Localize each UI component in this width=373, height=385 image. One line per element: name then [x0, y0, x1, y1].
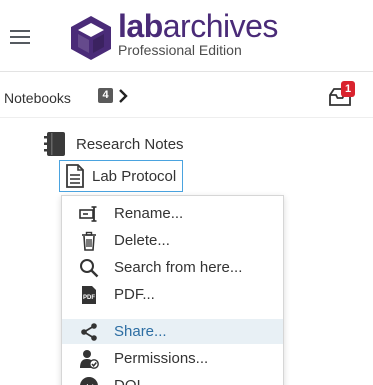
menu-item-label: Rename...	[114, 205, 184, 222]
menu-item-search-from-here[interactable]: Search from here...	[62, 255, 283, 280]
rename-icon	[79, 204, 99, 224]
search-icon	[79, 258, 99, 278]
share-icon	[79, 322, 99, 342]
notebooks-link[interactable]: Notebooks	[4, 90, 71, 106]
menu-item-delete[interactable]: Delete...	[62, 228, 283, 253]
menu-item-label: Delete...	[114, 232, 170, 249]
labarchives-logo-icon	[71, 16, 111, 60]
menu-item-label: Search from here...	[114, 259, 243, 276]
permissions-icon	[79, 349, 99, 369]
menu-item-label: Permissions...	[114, 350, 209, 367]
tree-page-label: Lab Protocol	[92, 167, 177, 185]
menu-item-label: Share...	[114, 323, 167, 340]
menu-item-share[interactable]: Share...	[62, 319, 283, 344]
logo-text: labarchives Professional Edition	[118, 8, 278, 58]
notebook-icon	[44, 132, 65, 156]
svg-text:PDF: PDF	[83, 295, 95, 301]
doi-icon: doi	[79, 376, 99, 385]
menu-item-doi[interactable]: doi DOI	[62, 373, 283, 385]
menu-item-label: DOI	[114, 377, 141, 385]
tree-notebook-label: Research Notes	[76, 135, 184, 153]
chevron-right-icon[interactable]	[117, 89, 129, 103]
brand-name: labarchives	[118, 8, 278, 44]
menu-item-label: PDF...	[114, 286, 155, 303]
app-header: labarchives Professional Edition	[0, 0, 373, 70]
inbox-count-badge: 1	[341, 81, 355, 97]
context-menu: Rename... Delete... Search from here...	[61, 195, 284, 385]
tree-page-lab-protocol[interactable]: Lab Protocol	[59, 160, 184, 192]
pdf-icon: PDF	[79, 285, 99, 305]
trash-icon	[79, 231, 99, 251]
edition-label: Professional Edition	[118, 42, 242, 58]
hamburger-menu-icon[interactable]	[10, 30, 30, 46]
page-icon	[66, 164, 84, 188]
notebooks-count-badge: 4	[98, 88, 113, 103]
menu-item-rename[interactable]: Rename...	[62, 201, 283, 226]
nav-divider	[0, 117, 373, 118]
menu-item-pdf[interactable]: PDF PDF...	[62, 282, 283, 307]
notebooks-nav: Notebooks 4	[0, 72, 373, 112]
tree-notebook-research-notes[interactable]: Research Notes	[44, 131, 184, 157]
menu-item-permissions[interactable]: Permissions...	[62, 346, 283, 371]
